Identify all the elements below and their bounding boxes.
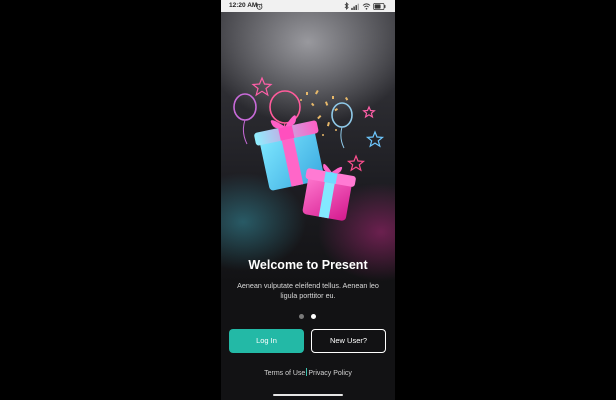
page-indicator [299, 314, 316, 319]
page-subtitle: Aenean vulputate eleifend tellus. Aenean… [237, 281, 379, 300]
alarm-clock-icon [256, 3, 263, 15]
signal-icon [351, 3, 360, 10]
new-user-button[interactable]: New User? [311, 329, 386, 353]
log-in-button[interactable]: Log In [229, 329, 304, 353]
footer-links: Terms of Use Privacy Policy [221, 368, 395, 377]
phone-screen: 12:20 AM Welcome to Present Aenean vulpu… [221, 0, 395, 400]
status-icons [344, 2, 386, 10]
status-time: 12:20 AM [229, 2, 258, 9]
battery-icon [373, 2, 386, 10]
home-indicator[interactable] [273, 394, 343, 396]
page-title: Welcome to Present [248, 258, 368, 272]
neon-gift-boxes-illustration [233, 76, 385, 221]
status-bar: 12:20 AM [221, 0, 395, 12]
bluetooth-icon [344, 2, 349, 10]
terms-of-use-link[interactable]: Terms of Use [264, 370, 305, 377]
privacy-policy-link[interactable]: Privacy Policy [308, 370, 352, 377]
page-dot[interactable] [299, 314, 304, 319]
wifi-icon [362, 2, 371, 10]
page-dot-active[interactable] [311, 314, 316, 319]
gift-box-small [302, 163, 356, 221]
